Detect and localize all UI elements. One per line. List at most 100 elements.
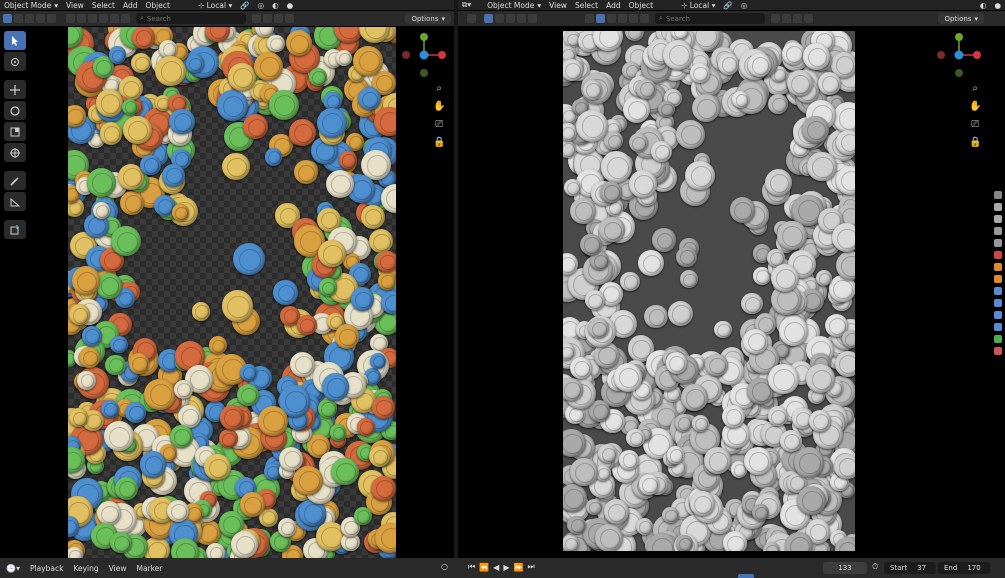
output-tab-icon[interactable] xyxy=(993,215,1002,223)
menu-add[interactable]: Add xyxy=(123,1,138,10)
start-frame-field[interactable]: Start 37 xyxy=(884,562,936,574)
light-icon[interactable] xyxy=(618,14,627,23)
camera-view-icon[interactable]: ⎚ xyxy=(435,118,443,132)
camera-view-icon[interactable]: ⎚ xyxy=(971,118,979,132)
zoom-icon[interactable]: ⌕ xyxy=(436,82,442,96)
menu-marker[interactable]: Marker xyxy=(136,564,162,573)
shading-solid-icon[interactable]: ● xyxy=(287,1,294,10)
constraints-tab-icon[interactable] xyxy=(993,323,1002,331)
world-tab-icon[interactable] xyxy=(993,251,1002,259)
options-button[interactable]: Options ▾ xyxy=(405,13,451,24)
proportional-edit-icon[interactable]: ◎ xyxy=(258,1,265,10)
physics-tab-icon[interactable] xyxy=(993,311,1002,319)
light-icon[interactable] xyxy=(99,14,108,23)
search-input[interactable]: ⌕ Search xyxy=(136,13,246,24)
auto-key-icon[interactable]: ○ xyxy=(441,562,448,571)
play-reverse-icon[interactable]: ◀ xyxy=(493,563,499,572)
measure-tool[interactable] xyxy=(4,192,26,211)
menu-keying[interactable]: Keying xyxy=(73,564,98,573)
proportional-edit-icon[interactable]: ◎ xyxy=(741,1,748,10)
tool-tab-icon[interactable] xyxy=(993,191,1002,199)
particles-tab-icon[interactable] xyxy=(993,299,1002,307)
overlay-icon[interactable]: ◐ xyxy=(980,1,987,10)
mesh-icon[interactable] xyxy=(596,14,605,23)
curve-icon[interactable] xyxy=(607,14,616,23)
mesh-icon[interactable] xyxy=(77,14,86,23)
select-subtract-icon[interactable] xyxy=(506,14,515,23)
menu-object[interactable]: Object xyxy=(629,1,653,10)
view-layer-icon[interactable] xyxy=(782,14,791,23)
jump-start-icon[interactable]: ⏮ xyxy=(468,562,475,572)
mode-selector[interactable]: Object Mode ▾ xyxy=(4,1,58,10)
menu-view[interactable]: View xyxy=(109,564,127,573)
visibility-icon[interactable] xyxy=(66,14,75,23)
select-mode-icon[interactable] xyxy=(3,14,12,23)
shield-icon[interactable] xyxy=(804,14,813,23)
select-subtract-icon[interactable] xyxy=(25,14,34,23)
lock-icon[interactable]: 🔒 xyxy=(433,136,445,150)
funnel-icon[interactable] xyxy=(793,14,802,23)
select-invert-icon[interactable] xyxy=(517,14,526,23)
transform-tool[interactable] xyxy=(4,143,26,162)
options-button[interactable]: Options ▾ xyxy=(938,13,984,24)
navigation-gizmo[interactable] xyxy=(400,31,448,79)
shield-icon[interactable] xyxy=(285,14,294,23)
editor-type-icon[interactable]: 🕒▾ xyxy=(6,564,20,573)
search-input[interactable]: ⌕ Search xyxy=(655,13,765,24)
scene-tab-icon[interactable] xyxy=(993,239,1002,247)
view-layer-tab-icon[interactable] xyxy=(993,227,1002,235)
overlay-icon[interactable]: ◐ xyxy=(272,1,279,10)
jump-keyframe-back-icon[interactable]: ⏪ xyxy=(479,563,489,572)
select-box-tool[interactable] xyxy=(4,31,26,50)
select-extend-icon[interactable] xyxy=(14,14,23,23)
transform-orientation[interactable]: ⊹ Local ▾ xyxy=(198,1,232,10)
move-tool[interactable] xyxy=(4,80,26,99)
select-extend-icon[interactable] xyxy=(495,14,504,23)
cursor-tool[interactable] xyxy=(4,52,26,71)
camera-icon[interactable] xyxy=(629,14,638,23)
select-invert-icon[interactable] xyxy=(36,14,45,23)
menu-view[interactable]: View xyxy=(66,1,84,10)
menu-playback[interactable]: Playback xyxy=(30,564,63,573)
select-intersect-icon[interactable] xyxy=(528,14,537,23)
filter-icon[interactable] xyxy=(771,14,780,23)
select-intersect-icon[interactable] xyxy=(47,14,56,23)
snap-icon[interactable]: 🔗 xyxy=(240,1,249,10)
menu-select[interactable]: Select xyxy=(575,1,598,10)
view-layer-icon[interactable] xyxy=(263,14,272,23)
data-tab-icon[interactable] xyxy=(993,335,1002,343)
select-tool-icon[interactable] xyxy=(467,14,476,23)
menu-select[interactable]: Select xyxy=(92,1,115,10)
funnel-icon[interactable] xyxy=(274,14,283,23)
annotate-tool[interactable] xyxy=(4,171,26,190)
menu-add[interactable]: Add xyxy=(606,1,621,10)
empty-icon[interactable] xyxy=(121,14,130,23)
lock-icon[interactable]: 🔒 xyxy=(969,136,981,150)
jump-keyframe-forward-icon[interactable]: ⏩ xyxy=(513,563,523,572)
add-cube-tool[interactable] xyxy=(4,220,26,239)
filter-icon[interactable] xyxy=(252,14,261,23)
modifier-tab-icon[interactable] xyxy=(993,287,1002,295)
rotate-tool[interactable] xyxy=(4,101,26,120)
collection-tab-icon[interactable] xyxy=(993,263,1002,271)
current-frame-field[interactable]: 133 xyxy=(823,562,867,574)
menu-object[interactable]: Object xyxy=(146,1,170,10)
render-tab-icon[interactable] xyxy=(993,203,1002,211)
viewport-right[interactable]: ⧉▾ Object Mode ▾ View Select Add Object ⊹… xyxy=(458,0,1005,558)
play-icon[interactable]: ▶ xyxy=(503,563,509,572)
pan-hand-icon[interactable]: ✋ xyxy=(969,100,981,114)
transform-orientation[interactable]: ⊹ Local ▾ xyxy=(681,1,715,10)
shading-solid-icon[interactable]: ● xyxy=(994,1,1001,10)
editor-type-icon[interactable]: ⧉▾ xyxy=(462,0,471,10)
scale-tool[interactable] xyxy=(4,122,26,141)
jump-end-icon[interactable]: ⏭ xyxy=(527,562,534,572)
object-tab-icon[interactable] xyxy=(993,275,1002,283)
curve-icon[interactable] xyxy=(88,14,97,23)
empty-icon[interactable] xyxy=(640,14,649,23)
select-mode-icon[interactable] xyxy=(484,14,493,23)
mode-selector[interactable]: Object Mode ▾ xyxy=(487,1,541,10)
pan-hand-icon[interactable]: ✋ xyxy=(433,100,445,114)
material-tab-icon[interactable] xyxy=(993,347,1002,355)
menu-view[interactable]: View xyxy=(549,1,567,10)
viewport-left[interactable]: Object Mode ▾ View Select Add Object ⊹ Lo… xyxy=(0,0,454,558)
